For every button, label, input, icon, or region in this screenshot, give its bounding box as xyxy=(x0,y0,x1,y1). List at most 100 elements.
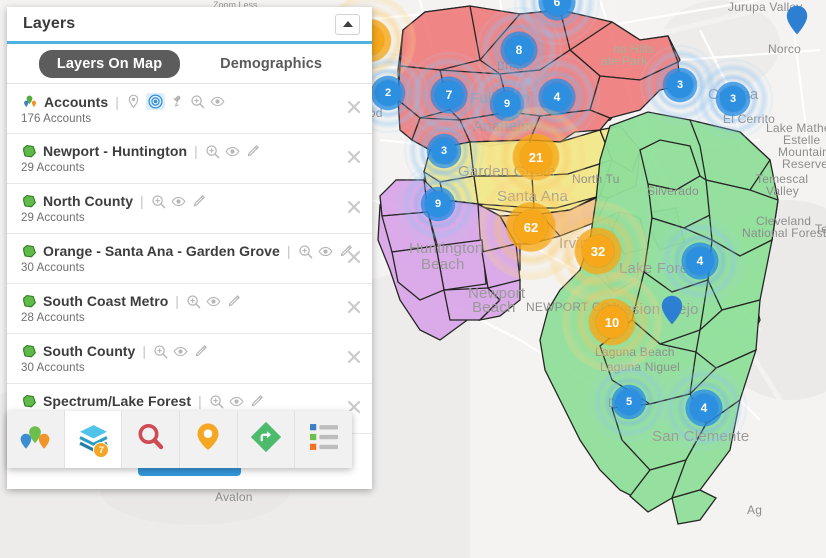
search-tool[interactable] xyxy=(122,411,181,468)
radius-target-icon[interactable] xyxy=(145,93,165,110)
map-place-label: Santa Ana xyxy=(497,188,569,205)
eye-icon[interactable] xyxy=(210,94,225,109)
app-root: CoronaNorcoEl CerritoJurupa ValleyLake M… xyxy=(0,0,826,558)
layer-row[interactable]: North County | 29 Accounts xyxy=(7,184,372,234)
layer-account-count: 29 Accounts xyxy=(21,212,85,224)
layer-separator: | xyxy=(140,193,144,209)
layer-account-count: 29 Accounts xyxy=(21,162,85,174)
map-cluster-marker[interactable]: 10 xyxy=(596,306,628,338)
map-cluster-marker[interactable]: 3 xyxy=(720,86,746,112)
pencil-icon[interactable] xyxy=(226,294,241,309)
pins-tool[interactable] xyxy=(7,411,65,468)
tab-demographics[interactable]: Demographics xyxy=(202,50,340,78)
layer-row-main: Accounts | xyxy=(21,93,338,110)
zoom-to-icon[interactable] xyxy=(153,344,168,359)
map-cluster-marker[interactable]: 32 xyxy=(582,235,614,267)
eye-icon[interactable] xyxy=(229,394,244,409)
map-cluster-marker[interactable]: 4 xyxy=(543,83,571,111)
close-icon[interactable] xyxy=(347,100,361,114)
zoom-to-icon[interactable] xyxy=(205,144,220,159)
map-place-label: Avalon xyxy=(215,490,253,504)
close-icon[interactable] xyxy=(347,350,361,364)
eye-icon[interactable] xyxy=(173,344,188,359)
layer-name: South County xyxy=(43,343,136,359)
close-icon[interactable] xyxy=(347,300,361,314)
layers-panel-header: Layers xyxy=(7,7,372,44)
page-title: Layers xyxy=(23,15,76,32)
zoom-to-icon[interactable] xyxy=(298,244,313,259)
route-tool[interactable] xyxy=(238,411,296,468)
map-cluster-marker[interactable]: 62 xyxy=(514,210,548,244)
marker-tool[interactable] xyxy=(180,411,238,468)
layer-name: South Coast Metro xyxy=(43,293,169,309)
map-cluster-marker[interactable]: 7 xyxy=(435,81,463,109)
layer-name: Orange - Santa Ana - Garden Grove xyxy=(43,243,280,259)
color-dropper-icon[interactable] xyxy=(170,94,185,109)
layer-list[interactable]: Accounts | 176 Accounts Newport - Huntingto… xyxy=(7,84,372,434)
pencil-icon[interactable] xyxy=(245,144,260,159)
eye-icon[interactable] xyxy=(225,144,240,159)
tab-layers-on-map[interactable]: Layers On Map xyxy=(38,49,181,78)
pencil-icon[interactable] xyxy=(249,394,264,409)
layer-row[interactable]: Newport - Huntington | 29 Accounts xyxy=(7,134,372,184)
close-icon[interactable] xyxy=(347,150,361,164)
eye-icon[interactable] xyxy=(206,294,221,309)
map-cluster-marker[interactable]: 3 xyxy=(431,138,457,164)
zoom-to-icon[interactable] xyxy=(209,394,224,409)
directions-icon xyxy=(250,421,282,457)
map-place-label: San Clemente xyxy=(652,428,750,445)
map-place-label: Ag xyxy=(747,503,763,517)
search-icon xyxy=(136,422,166,457)
layer-row[interactable]: South County | 30 Accounts xyxy=(7,334,372,384)
map-cluster-marker[interactable]: 8 xyxy=(505,36,533,64)
layer-name: North County xyxy=(43,193,134,209)
map-cluster-marker[interactable]: 5 xyxy=(616,389,642,415)
layer-row-main: Spectrum/Lake Forest | xyxy=(21,393,338,409)
bottom-toolbar[interactable]: 7 xyxy=(7,411,352,468)
eye-icon[interactable] xyxy=(171,194,186,209)
map-cluster-marker[interactable]: 2 xyxy=(375,80,401,106)
multi-pin-icon xyxy=(19,424,51,456)
layer-separator: | xyxy=(142,343,146,359)
collapse-panel-button[interactable] xyxy=(335,13,360,35)
map-cluster-marker[interactable]: 3 xyxy=(667,72,693,98)
map-pin-icon xyxy=(194,422,222,457)
map-place-label: Ter xyxy=(815,222,826,236)
layer-account-count: 30 Accounts xyxy=(21,262,85,274)
map-place-label: Laguna Niguel xyxy=(600,360,680,374)
map-place-label: Norco xyxy=(768,42,802,56)
list-tool[interactable] xyxy=(295,411,352,468)
zoom-to-icon[interactable] xyxy=(186,294,201,309)
close-icon[interactable] xyxy=(347,200,361,214)
layer-row[interactable]: South Coast Metro | 28 Accounts xyxy=(7,284,372,334)
map-place-label: ate Park xyxy=(601,54,648,68)
pencil-icon[interactable] xyxy=(191,194,206,209)
map-cluster-marker[interactable]: 4 xyxy=(686,247,714,275)
panel-tabs[interactable]: Layers On Map Demographics xyxy=(7,44,372,84)
map-cluster-marker[interactable]: 21 xyxy=(520,141,552,173)
map-pin-marker[interactable] xyxy=(661,295,683,325)
list-icon xyxy=(309,423,339,456)
map-cluster-marker[interactable]: 9 xyxy=(425,191,451,217)
zoom-to-icon[interactable] xyxy=(151,194,166,209)
map-place-label: Beach xyxy=(472,299,516,316)
map-place-label: Silverado xyxy=(647,184,699,198)
map-cluster-marker[interactable]: 4 xyxy=(690,394,718,422)
pencil-icon[interactable] xyxy=(193,344,208,359)
layer-account-count: 28 Accounts xyxy=(21,312,85,324)
layers-tool[interactable]: 7 xyxy=(64,411,123,468)
pin-icon[interactable] xyxy=(126,94,141,109)
territory-poly-icon xyxy=(21,394,38,409)
layer-separator: | xyxy=(175,293,179,309)
close-icon[interactable] xyxy=(347,250,361,264)
zoom-to-icon[interactable] xyxy=(190,94,205,109)
layer-row[interactable]: Orange - Santa Ana - Garden Grove | 30 Acc… xyxy=(7,234,372,284)
layer-row-main: South Coast Metro | xyxy=(21,293,338,309)
map-place-label: Huntington xyxy=(409,240,484,257)
layer-row[interactable]: Accounts | 176 Accounts xyxy=(7,84,372,134)
territory-poly-icon xyxy=(21,194,38,209)
map-cluster-marker[interactable]: 9 xyxy=(494,91,520,117)
layer-row-main: North County | xyxy=(21,193,338,209)
map-pin-marker[interactable] xyxy=(786,5,808,35)
eye-icon[interactable] xyxy=(318,244,333,259)
